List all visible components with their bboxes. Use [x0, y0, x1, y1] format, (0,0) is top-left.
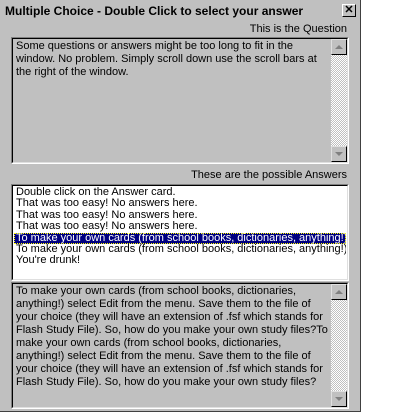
answer-item[interactable]: You're drunk!: [14, 255, 346, 266]
answer-detail-text: To make your own cards (from school book…: [16, 285, 328, 388]
answer-item[interactable]: To make your own cards (from school book…: [14, 244, 346, 255]
question-textbox[interactable]: Some questions or answers might be too l…: [11, 37, 349, 164]
question-scroll-up-button[interactable]: [331, 39, 347, 55]
answers-label: These are the possible Answers: [191, 169, 347, 181]
multiple-choice-window: Multiple Choice - Double Click to select…: [0, 0, 361, 412]
close-icon: ✕: [344, 4, 354, 16]
scroll-up-arrow-icon: [335, 290, 343, 294]
detail-scrollbar[interactable]: [331, 284, 347, 407]
scroll-down-arrow-icon: [335, 152, 343, 156]
question-label: This is the Question: [249, 23, 347, 35]
close-button[interactable]: ✕: [342, 4, 356, 17]
answer-item[interactable]: That was too easy! No answers here.: [14, 210, 346, 221]
detail-scroll-down-button[interactable]: [331, 391, 347, 407]
answer-list: Double click on the Answer card. That wa…: [14, 187, 346, 278]
window-title: Multiple Choice - Double Click to select…: [5, 4, 304, 18]
question-text: Some questions or answers might be too l…: [16, 40, 317, 78]
scroll-up-arrow-icon: [335, 45, 343, 49]
answers-listbox[interactable]: Double click on the Answer card. That wa…: [11, 184, 349, 281]
scroll-down-arrow-icon: [335, 397, 343, 401]
detail-scroll-up-button[interactable]: [331, 284, 347, 300]
answer-item-selected[interactable]: To make your own cards (from school book…: [14, 232, 346, 244]
question-scroll-down-button[interactable]: [331, 146, 347, 162]
answer-detail-textbox[interactable]: To make your own cards (from school book…: [11, 282, 349, 409]
answer-item[interactable]: Double click on the Answer card.: [14, 187, 346, 198]
question-scrollbar[interactable]: [331, 39, 347, 162]
answer-item[interactable]: That was too easy! No answers here.: [14, 221, 346, 232]
answer-item[interactable]: That was too easy! No answers here.: [14, 198, 346, 209]
title-bar[interactable]: Multiple Choice - Double Click to select…: [2, 2, 359, 20]
